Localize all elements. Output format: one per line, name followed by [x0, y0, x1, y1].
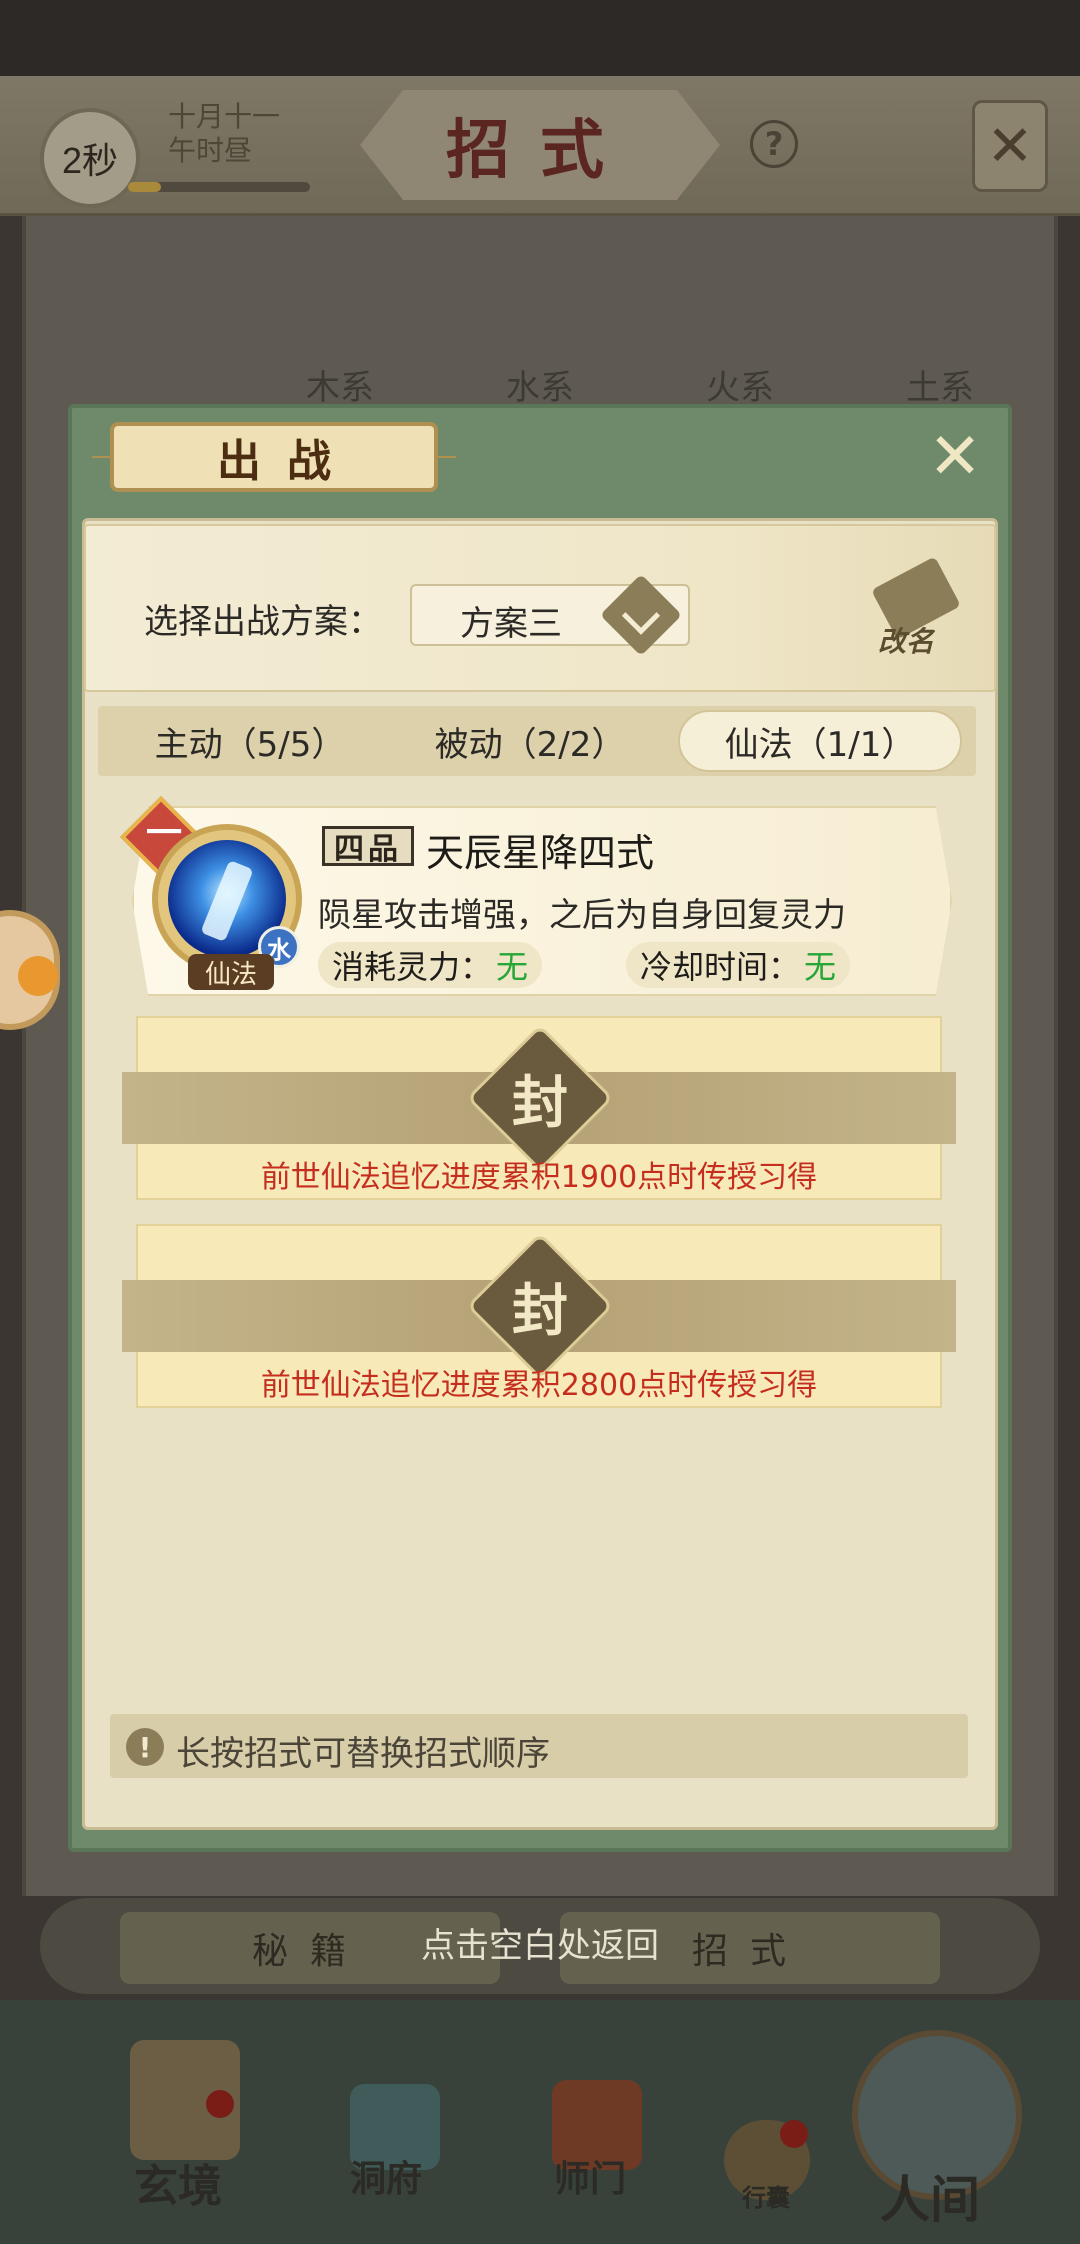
status-strip [0, 0, 1080, 76]
mana-cost-value: 无 [496, 948, 529, 986]
nav-cave[interactable]: 洞府 [350, 2150, 422, 2202]
exclamation-icon: ! [126, 1728, 164, 1766]
modal-title: 出战 [217, 436, 357, 487]
locked-slot[interactable]: 封 前世仙法追忆进度累积2800点时传授习得 [122, 1224, 956, 1414]
tap-to-return[interactable]: 点击空白处返回 [0, 1918, 1080, 1967]
modal-title-badge: 出战 [110, 422, 438, 492]
unlock-requirement: 前世仙法追忆进度累积1900点时传授习得 [260, 1160, 818, 1195]
notification-dot [780, 2120, 808, 2148]
rename-button[interactable]: 改名 [864, 556, 968, 666]
plan-dropdown-value: 方案三 [460, 604, 562, 644]
nav-bag[interactable]: 行囊 [742, 2178, 790, 2213]
tab-active-skills[interactable]: 主动（5/5） [130, 710, 370, 772]
timer-badge: 2秒 [40, 108, 140, 208]
rename-label: 改名 [878, 625, 935, 658]
skill-type-tag: 仙法 [188, 954, 274, 990]
mana-cost: 消耗灵力：无 [318, 942, 543, 988]
cooldown-value: 无 [804, 948, 837, 986]
time-progress-bar [128, 182, 310, 192]
nav-realm[interactable]: 玄境 [134, 2150, 222, 2214]
tab-immortal-arts[interactable]: 仙法（1/1） [678, 710, 962, 772]
seal-label: 封 [512, 1069, 568, 1136]
date-line-2: 午时昼 [168, 134, 253, 167]
seal-label: 封 [512, 1277, 568, 1344]
nav-world[interactable]: 人间 [880, 2160, 980, 2232]
nav-sect[interactable]: 师门 [554, 2150, 626, 2202]
skill-description: 陨星攻击增强，之后为自身回复灵力 [318, 895, 846, 934]
background-close-button[interactable]: ✕ [972, 100, 1048, 192]
skill-name: 天辰星降四式 [426, 831, 655, 875]
background-title: 招式 [446, 113, 634, 188]
time-progress-fill [128, 182, 161, 192]
tab-passive-skills[interactable]: 被动（2/2） [410, 710, 650, 772]
plan-label: 选择出战方案： [144, 602, 382, 642]
controller-icon [18, 956, 58, 996]
skill-grade-tag: 四品 [322, 826, 414, 867]
background-title-plate: 招式 [360, 90, 720, 200]
mana-cost-label: 消耗灵力： [332, 948, 493, 986]
cooldown-label: 冷却时间： [640, 948, 801, 986]
hint-text: 长按招式可替换招式顺序 [176, 1734, 550, 1774]
question-icon[interactable]: ? [750, 120, 798, 168]
game-date: 十月十一 午时昼 [168, 100, 308, 168]
notification-dot [206, 2090, 234, 2118]
cooldown: 冷却时间：无 [626, 942, 851, 988]
date-line-1: 十月十一 [168, 100, 281, 133]
unlock-requirement: 前世仙法追忆进度累积2800点时传授习得 [260, 1368, 818, 1403]
close-icon[interactable]: ✕ [920, 422, 990, 492]
locked-slot[interactable]: 封 前世仙法追忆进度累积1900点时传授习得 [122, 1016, 956, 1206]
